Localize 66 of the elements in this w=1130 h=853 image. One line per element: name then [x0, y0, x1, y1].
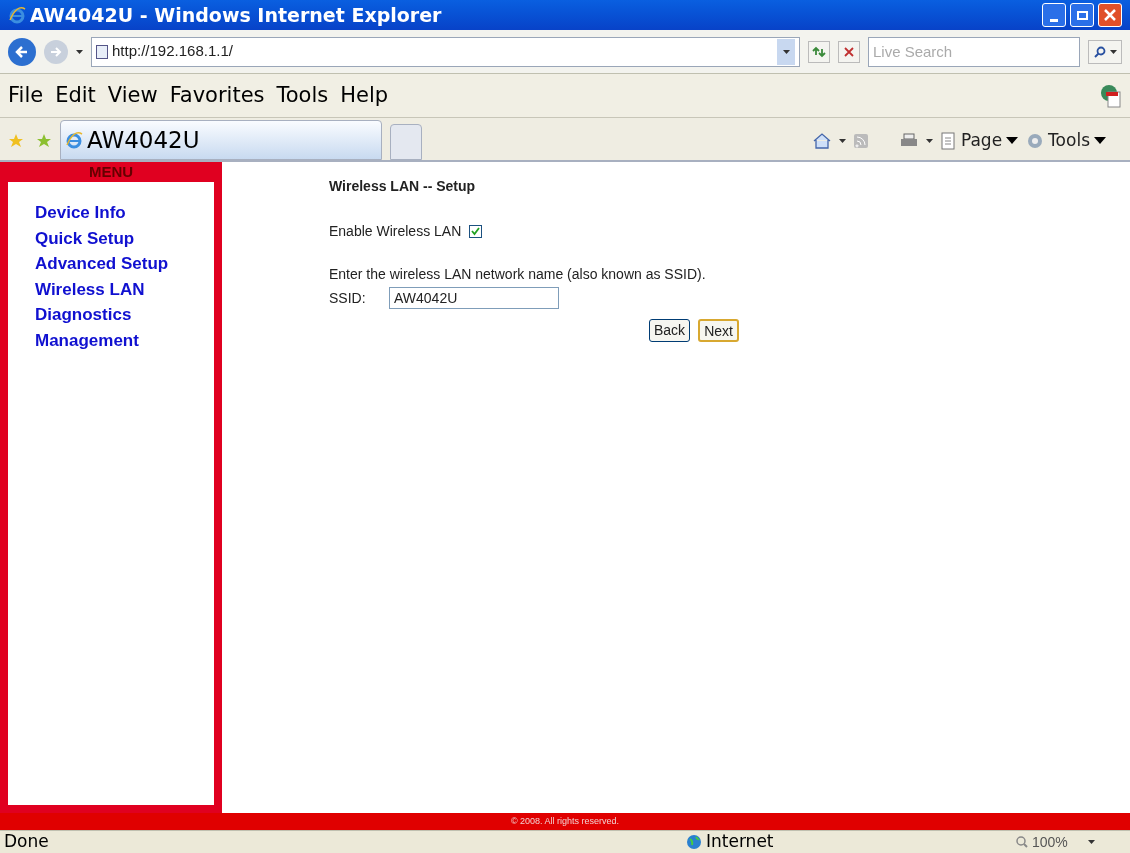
search-field[interactable]: Live Search: [868, 36, 1080, 67]
refresh-button[interactable]: [808, 40, 830, 63]
instruction-text: Enter the wireless LAN network name (also known as SSID).: [329, 265, 706, 284]
back-button[interactable]: [8, 37, 36, 66]
close-icon: [844, 46, 854, 57]
copyright-text: © 2008. All rights reserved.: [510, 814, 620, 828]
add-star-icon[interactable]: [36, 133, 52, 149]
browser-logo-icon: [65, 131, 83, 149]
search-button[interactable]: [1088, 39, 1122, 64]
section-heading: Wireless LAN -- Setup: [329, 177, 476, 196]
sidebar-link[interactable]: Device Info: [35, 200, 126, 226]
restore-icon: [1076, 10, 1088, 20]
sidebar-link[interactable]: Wireless LAN: [35, 276, 145, 302]
browser-tab[interactable]: AW4042U: [60, 120, 382, 160]
history-caret-icon: [76, 49, 83, 54]
star-icon[interactable]: [8, 133, 24, 149]
refresh-icon: [812, 45, 826, 58]
stop-button[interactable]: [838, 40, 860, 63]
zone-text: Internet: [706, 830, 774, 853]
sidebar-title: MENU: [87, 162, 135, 182]
checkbox-label: Enable Wireless LAN: [329, 222, 462, 241]
page-menu-button[interactable]: Page: [940, 128, 1019, 154]
printer-icon[interactable]: [899, 133, 918, 149]
right-arrow-icon: [50, 45, 62, 58]
url-text: http://192.168.1.1/: [112, 41, 233, 62]
ssid-field[interactable]: AW4042U: [389, 287, 559, 309]
sidebar-link[interactable]: Management: [35, 327, 139, 353]
globe-icon: [686, 834, 702, 850]
status-text: Done: [4, 830, 50, 853]
enable-checkbox[interactable]: [469, 225, 483, 238]
browser-logo-icon: [8, 6, 26, 24]
back-button[interactable]: Back: [649, 319, 691, 342]
home-icon[interactable]: [812, 133, 831, 149]
minimize-icon: [1050, 19, 1058, 22]
zoom-level[interactable]: 100%: [1032, 831, 1068, 853]
restore-button[interactable]: [1070, 3, 1094, 27]
close-button[interactable]: [1098, 3, 1122, 27]
sidebar-link[interactable]: Diagnostics: [35, 302, 132, 328]
sidebar-link[interactable]: Quick Setup: [35, 225, 135, 251]
minimize-button[interactable]: [1042, 3, 1066, 27]
close-icon: [1104, 9, 1116, 21]
address-field[interactable]: http://192.168.1.1/: [91, 36, 800, 67]
menu-item[interactable]: View: [107, 79, 158, 112]
check-icon: [471, 227, 481, 236]
ssid-label: SSID:: [329, 288, 367, 308]
page-icon: [940, 132, 957, 150]
search-icon: [1093, 45, 1106, 58]
caret-icon: [925, 139, 933, 143]
menu-item[interactable]: Edit: [55, 79, 96, 112]
caret-icon: [1094, 137, 1106, 145]
tools-menu-button[interactable]: Tools: [1026, 128, 1106, 154]
menu-item[interactable]: Help: [340, 79, 389, 112]
caret-icon: [838, 139, 846, 143]
caret-icon: [1006, 137, 1019, 145]
caret-icon: [1109, 49, 1117, 54]
left-arrow-icon: [15, 44, 29, 59]
menu-item[interactable]: File: [8, 79, 44, 112]
caret-icon: [782, 49, 790, 54]
zoom-icon: [1016, 836, 1028, 848]
sidebar-link[interactable]: Advanced Setup: [35, 251, 169, 277]
window-title: AW4042U - Windows Internet Explorer: [30, 2, 442, 28]
zoom-caret-icon: [1087, 840, 1095, 844]
page-icon: [96, 44, 108, 59]
menu-item[interactable]: Tools: [276, 79, 329, 112]
menu-item[interactable]: Favorites: [169, 79, 265, 112]
next-button[interactable]: Next: [698, 319, 739, 342]
